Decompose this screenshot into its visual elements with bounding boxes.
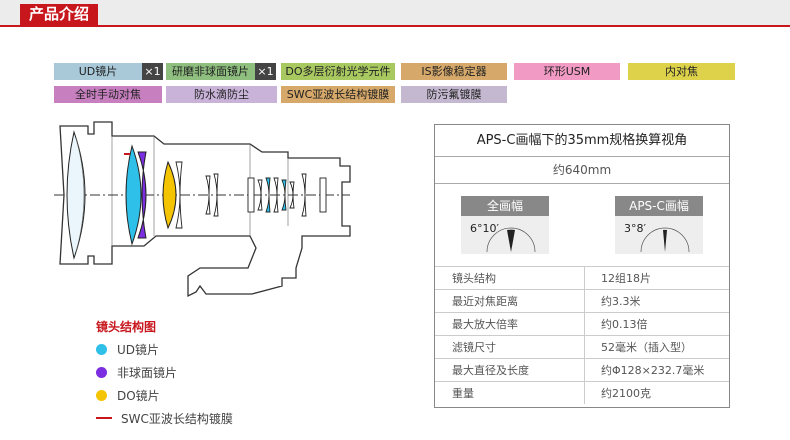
spec-value: 约3.3米 — [601, 295, 641, 308]
legend-item-aspherical: 非球面镜片 — [96, 365, 177, 381]
tag-swc-coating: SWC亚波长结构镀膜 — [281, 86, 395, 103]
spec-key: 最大放大倍率 — [435, 313, 585, 335]
spec-key: 重量 — [435, 382, 585, 404]
legend-label-ud: UD镜片 — [117, 343, 160, 357]
spec-row-min-focus: 最近对焦距离 约3.3米 — [435, 289, 729, 312]
spec-row-dimensions: 最大直径及长度 约Φ128×232.7毫米 — [435, 358, 729, 381]
legend-title: 镜头结构图 — [96, 320, 157, 334]
tag-do-element: DO多层衍射光学元件 — [281, 63, 395, 80]
tag-fluorine-coating: 防污氟镀膜 — [401, 86, 507, 103]
apsc-angle-icon — [640, 227, 690, 253]
section-header: 产品介绍 — [0, 0, 790, 27]
do-dot-icon — [96, 390, 107, 401]
tag-full-time-mf: 全时手动对焦 — [54, 86, 162, 103]
fullframe-label: 全画幅 — [461, 196, 549, 216]
swc-line-icon — [96, 417, 112, 419]
lens-construction-diagram — [54, 121, 351, 298]
tag-ud-lens: UD镜片 — [54, 63, 142, 80]
tag-inner-focus: 内对焦 — [628, 63, 735, 80]
legend-label-do: DO镜片 — [117, 389, 160, 403]
apsc-angle-box: 3°8′ — [615, 216, 703, 254]
spec-row-magnification: 最大放大倍率 约0.13倍 — [435, 312, 729, 335]
spec-value: 约2100克 — [601, 387, 651, 400]
legend-label-aspherical: 非球面镜片 — [117, 366, 178, 380]
fullframe-angle-box: 6°10′ — [461, 216, 549, 254]
legend-label-swc: SWC亚波长结构镀膜 — [121, 412, 233, 426]
spec-panel: APS-C画幅下的35mm规格换算视角 约640mm 全画幅 6°10′ APS… — [434, 124, 730, 408]
legend-item-do: DO镜片 — [96, 388, 160, 404]
legend-item-swc: SWC亚波长结构镀膜 — [96, 411, 233, 427]
tag-weather-sealing: 防水滴防尘 — [166, 86, 277, 103]
spec-row-weight: 重量 约2100克 — [435, 381, 729, 404]
fullframe-angle-icon — [486, 227, 536, 253]
tag-ring-usm: 环形USM — [514, 63, 620, 80]
spec-key: 最近对焦距离 — [435, 290, 585, 312]
aspherical-dot-icon — [96, 367, 107, 378]
spec-value: 12组18片 — [601, 272, 651, 285]
spec-value: 约0.13倍 — [601, 318, 648, 331]
spec-row-construction: 镜头结构 12组18片 — [435, 266, 729, 289]
legend-item-ud: UD镜片 — [96, 342, 159, 358]
section-title: 产品介绍 — [20, 4, 99, 25]
spec-key: 最大直径及长度 — [435, 359, 585, 381]
tag-ud-count: ×1 — [142, 63, 163, 80]
spec-panel-title: APS-C画幅下的35mm规格换算视角 — [435, 125, 729, 157]
spec-key: 镜头结构 — [435, 267, 585, 289]
spec-row-filter: 滤镜尺寸 52毫米（插入型） — [435, 335, 729, 358]
spec-key: 滤镜尺寸 — [435, 336, 585, 358]
ud-dot-icon — [96, 344, 107, 355]
equivalent-focal-length: 约640mm — [435, 157, 729, 184]
spec-value: 约Φ128×232.7毫米 — [601, 364, 705, 377]
tag-image-stabilizer: IS影像稳定器 — [401, 63, 507, 80]
apsc-label: APS-C画幅 — [615, 196, 703, 216]
tag-aspherical-lens: 研磨非球面镜片 — [166, 63, 255, 80]
spec-value: 52毫米（插入型） — [601, 341, 692, 354]
tag-aspherical-count: ×1 — [255, 63, 276, 80]
